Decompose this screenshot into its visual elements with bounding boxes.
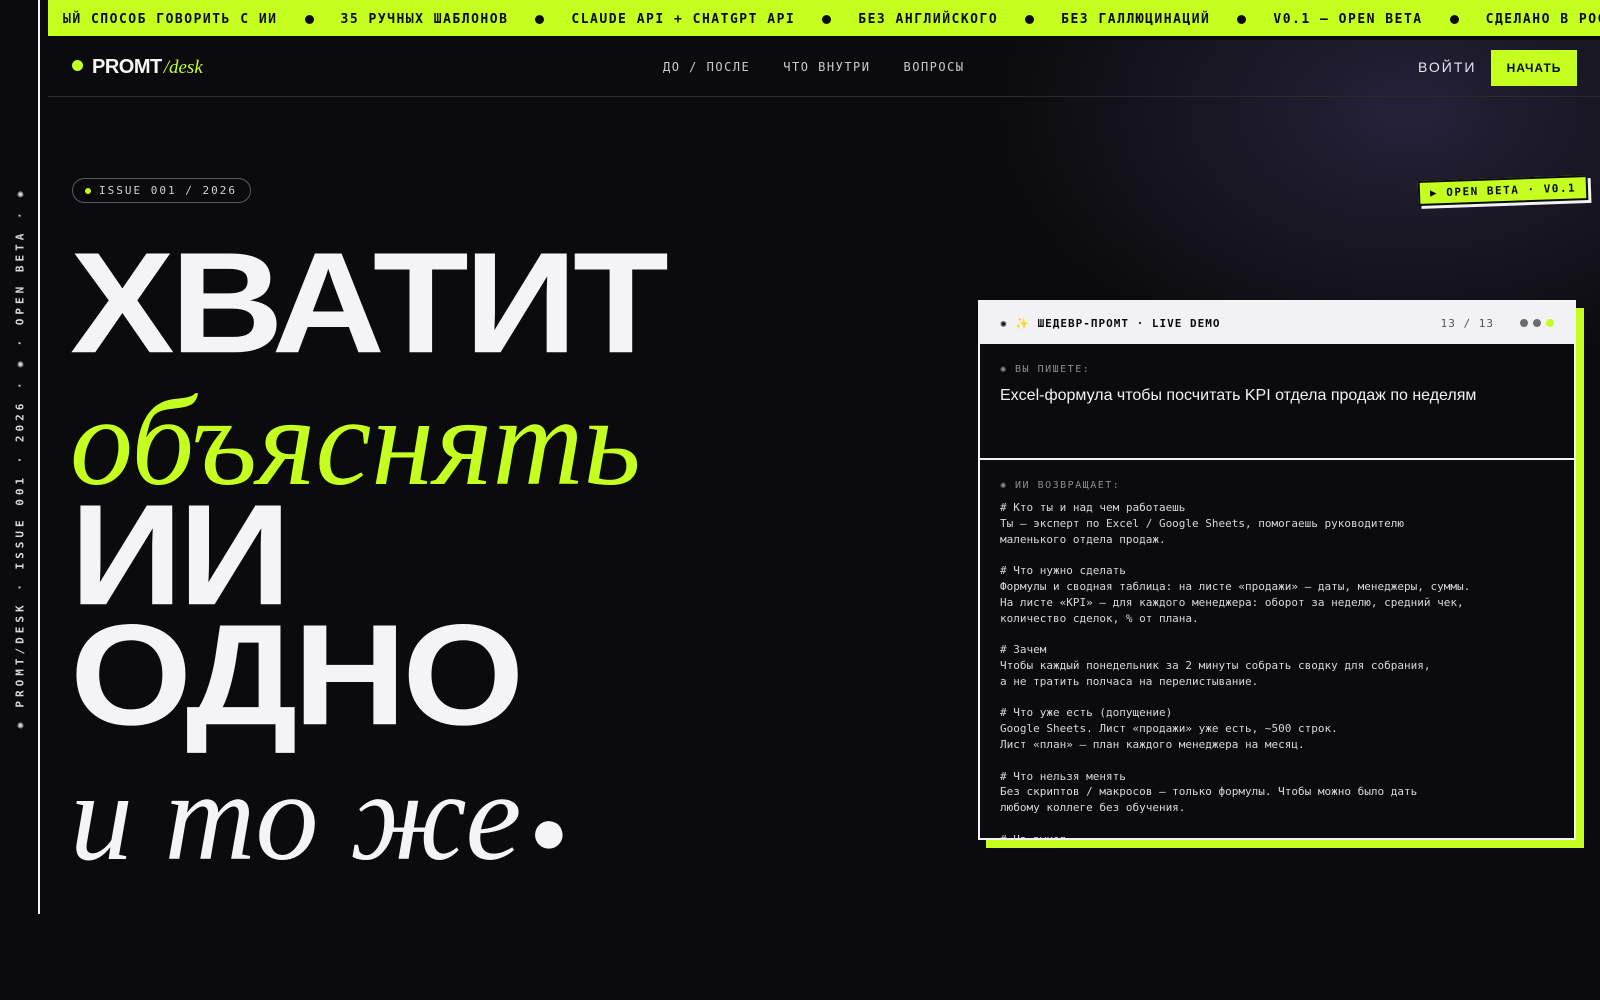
window-dots (1520, 319, 1554, 327)
ticker-item: ЫЙ СПОСОБ ГОВОРИТЬ С ИИ (63, 11, 278, 27)
code-line: количество сделок, % от плана. (1000, 611, 1199, 625)
issue-badge: ISSUE 001 / 2026 (72, 178, 251, 203)
demo-card: ✺ ✨ ШЕДЕВР-ПРОМТ · LIVE DEMO 13 / 13 ✺ В… (978, 300, 1576, 840)
headline-line-5-text: и то же (70, 748, 522, 887)
code-line: Без скриптов / макросов — только формулы… (1000, 785, 1418, 799)
headline-line-4: ОДНО (70, 595, 524, 756)
code-line: # Что нужно сделать (1000, 564, 1126, 578)
ticker-dot-icon (1449, 14, 1459, 24)
dot-icon (1520, 319, 1528, 327)
side-rail: ✺ PROMT/DESK · ISSUE 001 · 2026 · ✺ · OP… (0, 0, 40, 914)
ticker-item: БЕЗ АНГЛИЙСКОГО (858, 11, 999, 27)
output-label: ✺ ИИ ВОЗВРАЩАЕТ: (1000, 480, 1121, 491)
input-prompt-text: Excel-формула чтобы посчитать KPI отдела… (1000, 387, 1477, 404)
ticker-item: СДЕЛАНО В РОССИИ (1485, 11, 1600, 27)
issue-label: ISSUE 001 / 2026 (99, 184, 237, 197)
ticker-dot-icon (535, 14, 545, 24)
demo-card-header: ✺ ✨ ШЕДЕВР-ПРОМТ · LIVE DEMO 13 / 13 (980, 302, 1574, 344)
nav-link-before-after[interactable]: ДО / ПОСЛЕ (663, 60, 750, 74)
code-line: Ты — эксперт по Excel / Google Sheets, п… (1000, 516, 1404, 530)
ticker-track: ЫЙ СПОСОБ ГОВОРИТЬ С ИИ 35 РУЧНЫХ ШАБЛОН… (48, 0, 1600, 36)
code-line: # Что уже есть (допущение) (1000, 706, 1173, 720)
ticker-item: БЕЗ ГАЛЛЮЦИНАЦИЙ (1061, 11, 1211, 27)
ticker-dot-icon (822, 14, 832, 24)
demo-output-section: ✺ ИИ ВОЗВРАЩАЕТ: # Кто ты и над чем рабо… (980, 460, 1574, 840)
status-dot-icon (85, 187, 91, 194)
ticker-dot-icon (1237, 14, 1247, 24)
ticker-dot-icon (304, 14, 314, 24)
code-line: На листе «KPI» — для каждого менеджера: … (1000, 595, 1464, 609)
logo[interactable]: PROMT /desk (72, 56, 203, 79)
code-line: # На выход (1000, 832, 1067, 840)
ticker-dot-icon (1025, 14, 1035, 24)
rail-text: ✺ PROMT/DESK · ISSUE 001 · 2026 · ✺ · OP… (13, 187, 27, 729)
code-line: а не тратить полчаса на перелистывание. (1000, 674, 1259, 688)
open-beta-badge: ▶ OPEN BETA · V0.1 (1417, 175, 1589, 206)
nav-link-whats-inside[interactable]: ЧТО ВНУТРИ (783, 60, 870, 74)
code-line: Чтобы каждый понедельник за 2 минуты соб… (1000, 658, 1431, 672)
code-line: любому коллеге без обучения. (1000, 801, 1186, 815)
start-button[interactable]: НАЧАТЬ (1491, 50, 1577, 86)
output-code: # Кто ты и над чем работаешь Ты — эксперт… (1000, 500, 1554, 840)
demo-title: ✺ ✨ ШЕДЕВР-ПРОМТ · LIVE DEMO (1000, 316, 1221, 330)
nav-link-faq[interactable]: ВОПРОСЫ (904, 60, 965, 74)
code-line: маленького отдела продаж. (1000, 532, 1166, 546)
logo-sub-text: /desk (163, 57, 203, 78)
code-line: # Что нельзя менять (1000, 769, 1126, 783)
main-nav: ДО / ПОСЛЕ ЧТО ВНУТРИ ВОПРОСЫ (663, 60, 965, 74)
ticker-item: CLAUDE API + CHATGPT API (571, 11, 796, 27)
dot-active-icon (1546, 319, 1554, 327)
ticker-item: V0.1 — OPEN BETA (1273, 11, 1423, 27)
headline-line-1: ХВАТИТ (70, 223, 669, 384)
headline-line-5: и то же ● (70, 755, 568, 881)
demo-input-section: ✺ ВЫ ПИШЕТЕ: Excel-формула чтобы посчита… (980, 344, 1574, 460)
code-line: Google Sheets. Лист «продажи» уже есть, … (1000, 722, 1338, 736)
code-line: Лист «план» — план каждого менеджера на … (1000, 737, 1305, 751)
ticker-bar: ЫЙ СПОСОБ ГОВОРИТЬ С ИИ 35 РУЧНЫХ ШАБЛОН… (48, 0, 1600, 38)
dot-icon (1533, 319, 1541, 327)
demo-counter: 13 / 13 (1440, 316, 1494, 330)
logo-main-text: PROMT (92, 56, 162, 78)
site-header: PROMT /desk ДО / ПОСЛЕ ЧТО ВНУТРИ ВОПРОС… (48, 40, 1600, 97)
login-link[interactable]: ВОЙТИ (1418, 59, 1476, 75)
code-line: # Зачем (1000, 643, 1047, 657)
headline-end-dot: ● (529, 795, 569, 867)
logo-dot-icon (72, 60, 83, 71)
code-line: # Кто ты и над чем работаешь (1000, 501, 1186, 514)
code-line: Формулы и сводная таблица: на листе «про… (1000, 579, 1471, 593)
ticker-item: 35 РУЧНЫХ ШАБЛОНОВ (340, 11, 509, 27)
input-label: ✺ ВЫ ПИШЕТЕ: (1000, 364, 1091, 375)
